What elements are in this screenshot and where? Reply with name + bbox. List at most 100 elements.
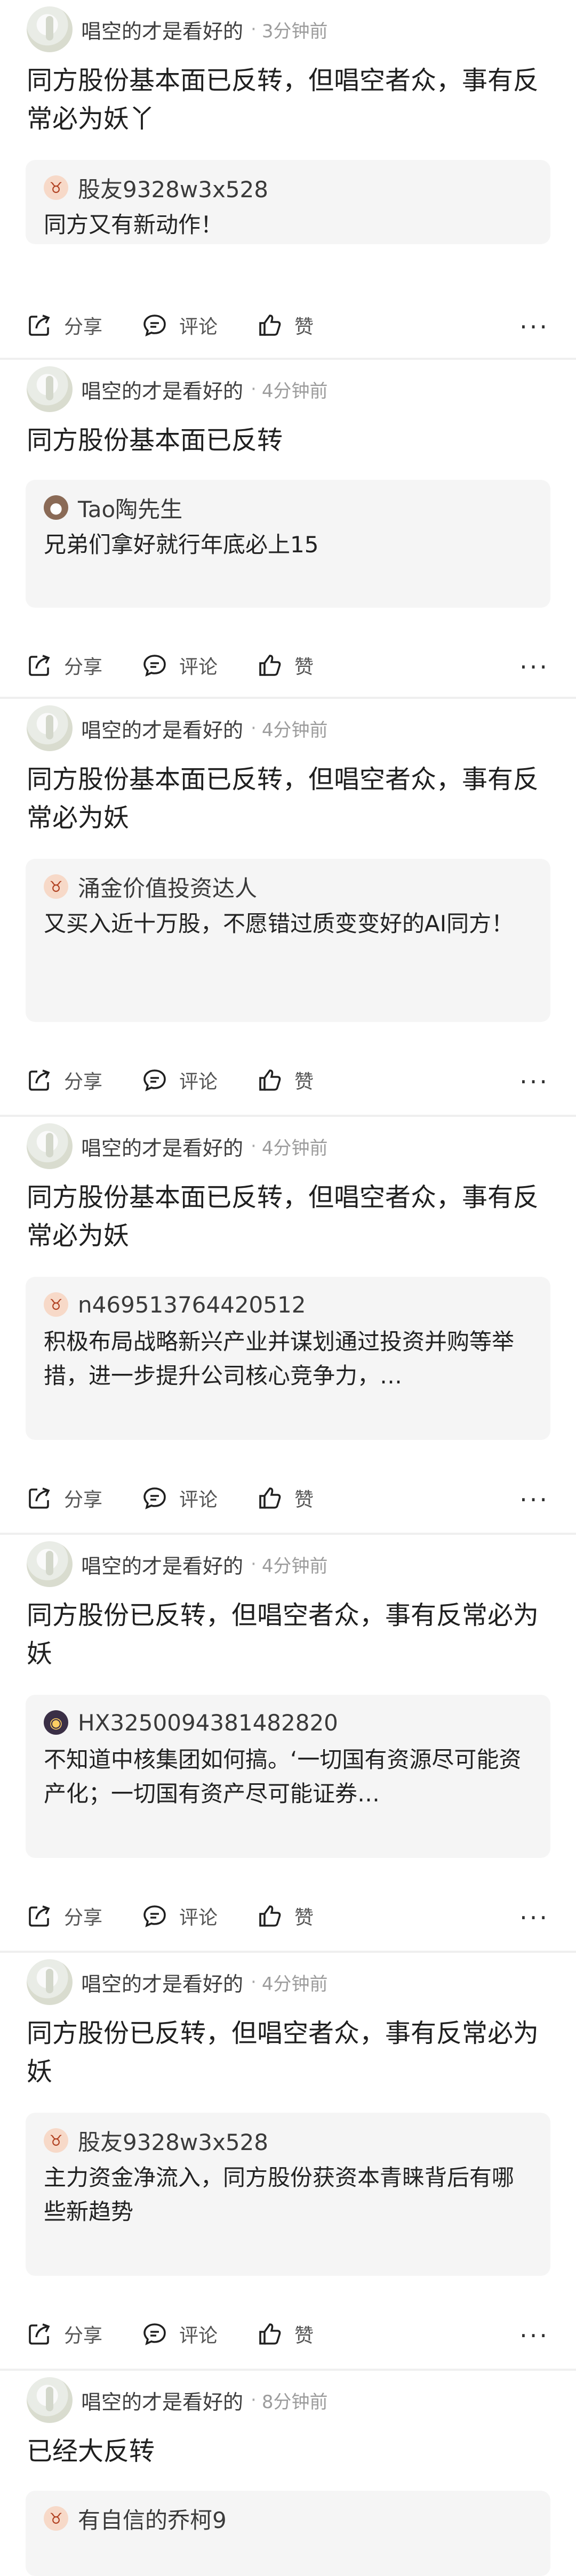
thumbs-up-icon [259, 315, 281, 336]
comment-button[interactable]: 评论 [142, 2320, 218, 2348]
post-text[interactable]: 同方股份基本面已反转，但唱空者众，事有反常必为妖 [27, 760, 555, 837]
quoted-username: 股友9328w3x528 [78, 2129, 268, 2155]
feed-post[interactable]: 唱空的才是看好的 · 3分钟前 同方股份基本面已反转，但唱空者众，事有反常必为妖… [0, 0, 576, 360]
share-button[interactable]: 分享 [27, 1484, 102, 1512]
share-label: 分享 [64, 1071, 103, 1093]
avatar[interactable] [27, 2377, 73, 2423]
quoted-user-avatar: ♉ [44, 2128, 68, 2153]
username[interactable]: 唱空的才是看好的 [81, 2386, 243, 2415]
separator-dot: · [251, 1971, 257, 1993]
quoted-post-header: ♉ 涌金价值投资达人 [44, 871, 532, 903]
comment-icon [143, 655, 166, 677]
quoted-text: 兄弟们拿好就行年底必上15 [44, 532, 319, 558]
more-options-icon[interactable]: ··· [519, 655, 549, 679]
share-button[interactable]: 分享 [27, 651, 102, 679]
comment-button[interactable]: 评论 [142, 1066, 218, 1094]
share-icon [29, 315, 50, 336]
post-text[interactable]: 同方股份基本面已反转，但唱空者众，事有反常必为妖 [27, 1178, 555, 1255]
comment-label: 评论 [179, 1489, 218, 1511]
post-text[interactable]: 同方股份已反转，但唱空者众，事有反常必为妖 [27, 1596, 555, 1673]
share-button[interactable]: 分享 [27, 1066, 102, 1094]
share-icon [29, 1069, 50, 1091]
username[interactable]: 唱空的才是看好的 [81, 1550, 243, 1579]
quoted-text: 主力资金净流入，同方股份获资本青睐背后有哪些新趋势 [44, 2164, 515, 2225]
separator-dot: · [251, 718, 257, 739]
separator-dot: · [251, 2389, 257, 2411]
quoted-post[interactable]: ◉ HX3250094381482820 不知道中核集团如何搞。‘一切国有资源尽… [26, 1695, 550, 1858]
quoted-post[interactable]: ♉ 股友9328w3x528 同方又有新动作！ [26, 160, 550, 244]
more-options-icon[interactable]: ··· [519, 1905, 549, 1930]
username[interactable]: 唱空的才是看好的 [81, 375, 243, 404]
quoted-text: 不知道中核集团如何搞。‘一切国有资源尽可能资产化；一切国有资产尽可能证券… [44, 1746, 522, 1807]
quoted-post[interactable]: ♉ 有自信的乔柯9 [26, 2491, 550, 2576]
separator-dot: · [251, 1553, 257, 1575]
username[interactable]: 唱空的才是看好的 [81, 714, 243, 743]
comment-icon [143, 315, 166, 337]
username[interactable]: 唱空的才是看好的 [81, 15, 243, 44]
more-options-icon[interactable]: ··· [519, 315, 549, 339]
like-button[interactable]: 赞 [257, 311, 314, 339]
post-text[interactable]: 已经大反转 [27, 2432, 555, 2470]
post-time: 4分钟前 [261, 719, 328, 741]
post-text[interactable]: 同方股份已反转，但唱空者众，事有反常必为妖 [27, 2014, 555, 2091]
more-options-icon[interactable]: ··· [519, 1069, 549, 1094]
comment-button[interactable]: 评论 [142, 311, 218, 339]
quoted-user-avatar: ♉ [44, 1292, 68, 1317]
quoted-username: n469513764420512 [78, 1291, 306, 1318]
quoted-post[interactable]: ♉ 股友9328w3x528 主力资金净流入，同方股份获资本青睐背后有哪些新趋势 [26, 2113, 550, 2276]
more-options-icon[interactable]: ··· [519, 1487, 549, 1512]
feed-post[interactable]: 唱空的才是看好的 · 4分钟前 同方股份基本面已反转，但唱空者众，事有反常必为妖… [0, 1117, 576, 1535]
feed-post[interactable]: 唱空的才是看好的 · 4分钟前 同方股份基本面已反转 ● Tao陶先生 兄弟们拿… [0, 360, 576, 699]
quoted-post[interactable]: ♉ 涌金价值投资达人 又买入近十万股，不愿错过质变变好的AI同方！ [26, 859, 550, 1022]
more-options-icon[interactable]: ··· [519, 2323, 549, 2348]
avatar[interactable] [27, 6, 73, 52]
quoted-post-header: ♉ n469513764420512 [44, 1289, 532, 1321]
feed-post[interactable]: 唱空的才是看好的 · 4分钟前 同方股份已反转，但唱空者众，事有反常必为妖 ♉ … [0, 1953, 576, 2371]
like-button[interactable]: 赞 [257, 651, 314, 679]
share-label: 分享 [64, 2325, 103, 2347]
like-label: 赞 [294, 2325, 314, 2347]
quoted-text: 同方又有新动作！ [44, 212, 223, 238]
thumbs-up-icon [259, 1487, 281, 1509]
like-label: 赞 [294, 1071, 314, 1093]
like-button[interactable]: 赞 [257, 1066, 314, 1094]
quoted-text: 积极布局战略新兴产业并谋划通过投资并购等举措，进一步提升公司核心竞争力，… [44, 1329, 515, 1389]
feed-post[interactable]: 唱空的才是看好的 · 4分钟前 同方股份已反转，但唱空者众，事有反常必为妖 ◉ … [0, 1535, 576, 1953]
like-button[interactable]: 赞 [257, 2320, 314, 2348]
share-button[interactable]: 分享 [27, 311, 102, 339]
avatar[interactable] [27, 366, 73, 412]
share-icon [29, 655, 50, 676]
username[interactable]: 唱空的才是看好的 [81, 1968, 243, 1997]
username[interactable]: 唱空的才是看好的 [81, 1132, 243, 1161]
comment-button[interactable]: 评论 [142, 1902, 218, 1930]
post-text[interactable]: 同方股份基本面已反转 [27, 421, 555, 460]
share-button[interactable]: 分享 [27, 1902, 102, 1930]
avatar[interactable] [27, 1959, 73, 2005]
comment-label: 评论 [179, 1907, 218, 1929]
comment-button[interactable]: 评论 [142, 1484, 218, 1512]
quoted-username: 有自信的乔柯9 [78, 2507, 227, 2533]
action-bar: 分享 评论 赞 ··· [27, 307, 549, 344]
avatar[interactable] [27, 1123, 73, 1169]
comment-icon [143, 1487, 166, 1510]
share-button[interactable]: 分享 [27, 2320, 102, 2348]
feed-post[interactable]: 唱空的才是看好的 · 8分钟前 已经大反转 ♉ 有自信的乔柯9 [0, 2371, 576, 2576]
avatar[interactable] [27, 705, 73, 751]
post-feed: 唱空的才是看好的 · 3分钟前 同方股份基本面已反转，但唱空者众，事有反常必为妖… [0, 0, 576, 2576]
separator-dot: · [251, 1136, 257, 1157]
comment-button[interactable]: 评论 [142, 651, 218, 679]
post-text[interactable]: 同方股份基本面已反转，但唱空者众，事有反常必为妖丫 [27, 61, 555, 138]
quoted-username: 涌金价值投资达人 [78, 875, 258, 901]
quoted-text: 又买入近十万股，不愿错过质变变好的AI同方！ [44, 911, 514, 937]
avatar[interactable] [27, 1541, 73, 1587]
thumbs-up-icon [259, 1069, 281, 1091]
like-button[interactable]: 赞 [257, 1484, 314, 1512]
quoted-user-avatar: ◉ [44, 1710, 68, 1735]
share-icon [29, 1905, 50, 1927]
comment-label: 评论 [179, 656, 218, 678]
like-button[interactable]: 赞 [257, 1902, 314, 1930]
feed-post[interactable]: 唱空的才是看好的 · 4分钟前 同方股份基本面已反转，但唱空者众，事有反常必为妖… [0, 699, 576, 1117]
quoted-username: 股友9328w3x528 [78, 176, 268, 203]
quoted-post[interactable]: ♉ n469513764420512 积极布局战略新兴产业并谋划通过投资并购等举… [26, 1277, 550, 1440]
quoted-post[interactable]: ● Tao陶先生 兄弟们拿好就行年底必上15 [26, 480, 550, 608]
